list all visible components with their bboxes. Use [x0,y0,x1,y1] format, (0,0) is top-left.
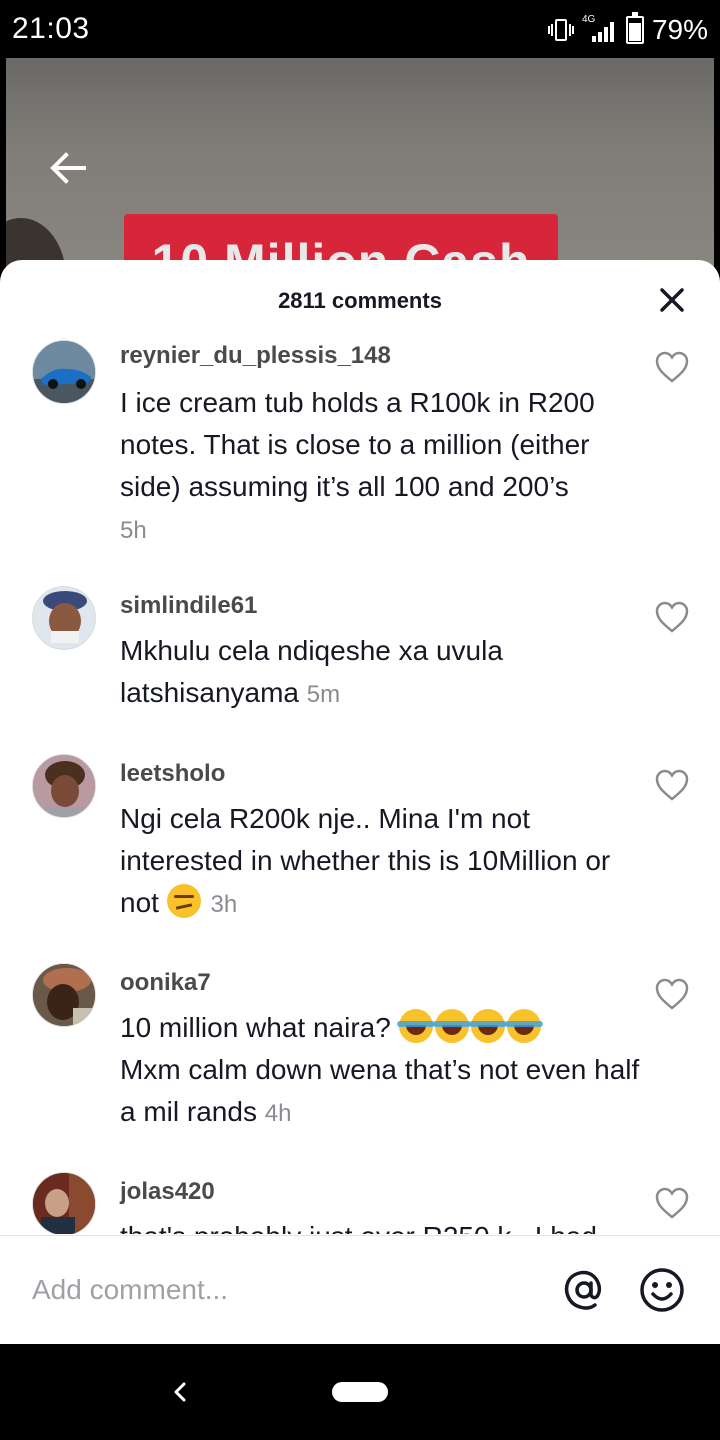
avatar[interactable] [32,1172,96,1234]
comment-text: that's probably just over R250 k.. I had [120,1216,640,1234]
comment-input-bar [0,1235,720,1344]
like-heart-icon[interactable] [654,1186,690,1220]
comment-username[interactable]: leetsholo [120,760,225,788]
comment-username[interactable]: oonika7 [120,969,211,997]
vibrate-icon [547,18,574,42]
emoji-picker-icon[interactable] [638,1266,686,1314]
comment-item: oonika7 10 million what naira? Mxm calm … [0,963,720,1153]
comment-username[interactable]: jolas420 [120,1178,215,1206]
comment-text: Ngi cela R200k nje.. Mina I'm not intere… [120,798,640,926]
sheet-header: 2811 comments [0,260,720,340]
avatar[interactable] [32,340,96,404]
laughing-emoji-icon [432,1009,471,1043]
comment-body: that's probably just over R250 k.. I had [120,1221,597,1234]
nav-back-icon[interactable] [166,1376,194,1408]
close-icon[interactable] [658,286,686,314]
avatar[interactable] [32,963,96,1027]
mention-at-icon[interactable] [560,1266,608,1314]
laughing-emoji-icon [468,1009,507,1043]
status-bar: 21:03 4G 79% [0,0,720,58]
comment-time: 5h [120,517,147,544]
comment-text: 10 million what naira? Mxm calm down wen… [120,1007,640,1135]
comment-time: 3h [210,891,238,918]
comment-body-continued: Mxm calm down wena that’s not even half … [120,1054,640,1127]
battery-percent: 79% [651,14,708,45]
comment-item: reynier_du_plessis_148 I ice cream tub h… [0,334,720,574]
back-arrow-icon[interactable] [46,146,90,190]
signal-icon: 4G [582,14,618,42]
add-comment-input[interactable] [32,1268,512,1312]
video-preview[interactable]: 10 Million Cash [6,58,714,278]
smirk-emoji-icon [166,884,201,918]
system-nav-bar [0,1344,720,1440]
comment-item: simlindile61 Mkhulu cela ndiqeshe xa uvu… [0,586,720,736]
comments-list[interactable]: reynier_du_plessis_148 I ice cream tub h… [0,334,720,1234]
comment-time: 5m [306,681,341,708]
comment-text: Mkhulu cela ndiqeshe xa uvula latshisany… [120,630,640,716]
comments-count-title: 2811 comments [278,288,442,313]
like-heart-icon[interactable] [654,600,690,634]
battery-icon [625,12,644,44]
comment-body: I ice cream tub holds a R100k in R200 no… [120,387,595,502]
comments-sheet: 2811 comments reynier_du_plessis_148 I i… [0,260,720,1344]
laughing-emoji-icon [504,1009,543,1043]
comment-time: 4h [264,1100,292,1127]
avatar[interactable] [32,586,96,650]
comment-body: 10 million what naira? [120,1012,391,1043]
comment-username[interactable]: simlindile61 [120,592,257,620]
avatar[interactable] [32,754,96,818]
comment-item: leetsholo Ngi cela R200k nje.. Mina I'm … [0,754,720,944]
like-heart-icon[interactable] [654,768,690,802]
nav-home-pill[interactable] [332,1382,388,1402]
comment-item: jolas420 that's probably just over R250 … [0,1172,720,1234]
like-heart-icon[interactable] [654,977,690,1011]
status-icons: 4G 79% [547,12,708,48]
comment-username[interactable]: reynier_du_plessis_148 [120,342,391,370]
network-type: 4G [581,14,596,25]
comment-text: I ice cream tub holds a R100k in R200 no… [120,382,640,552]
status-time: 21:03 [12,12,90,45]
laughing-emoji-icon [396,1009,435,1043]
like-heart-icon[interactable] [654,350,690,384]
